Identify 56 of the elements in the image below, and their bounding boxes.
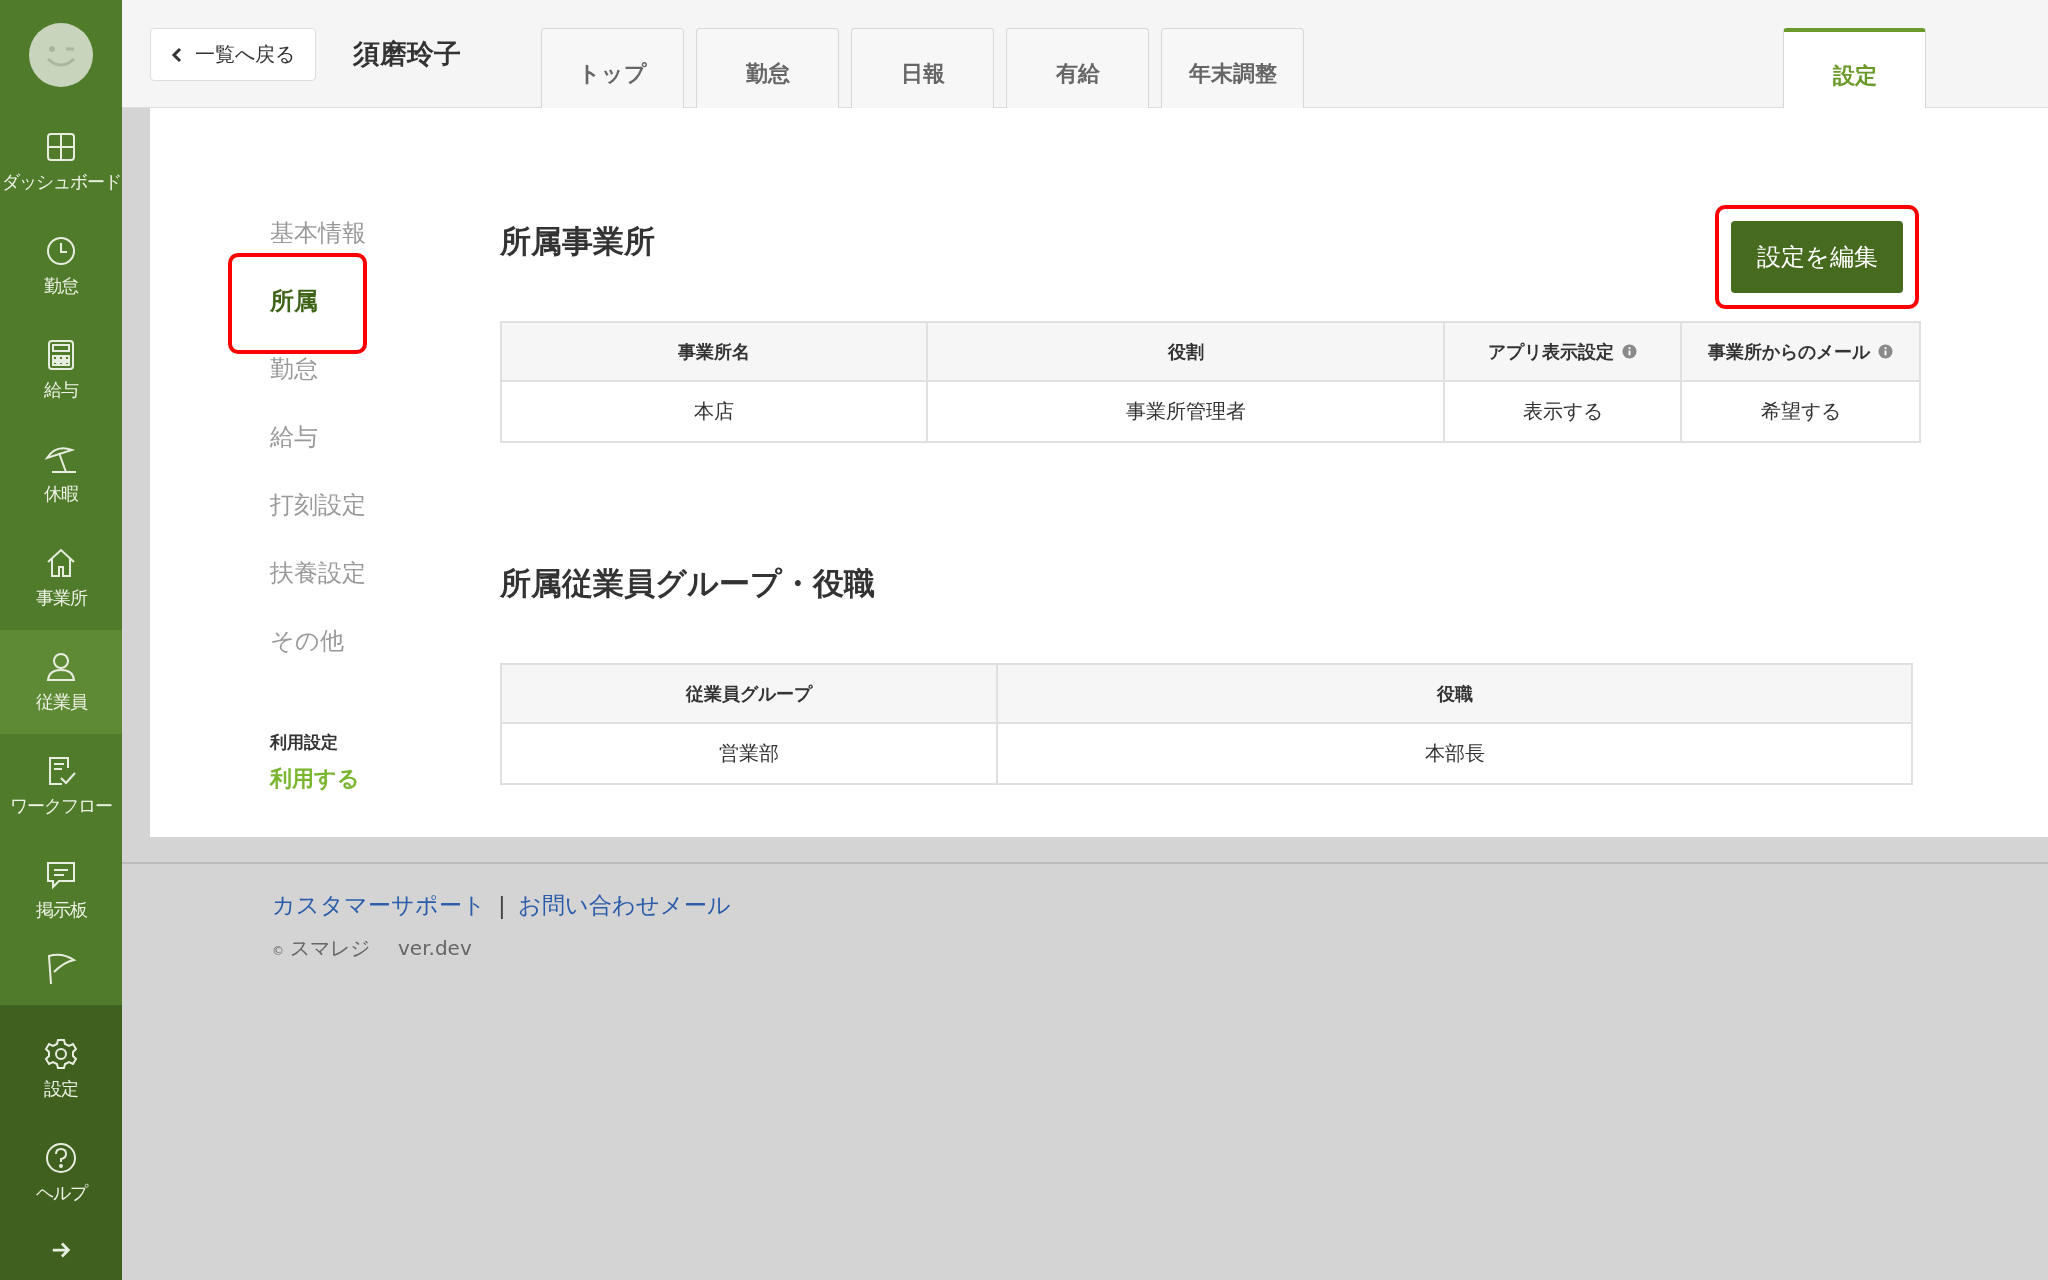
clock-icon xyxy=(44,234,78,268)
usage-label: 利用設定 xyxy=(270,731,339,754)
back-button[interactable]: 一覧へ戻る xyxy=(150,28,316,81)
table-cell: 表示する xyxy=(1522,399,1603,423)
sidebar-item[interactable]: 休暇 xyxy=(0,422,122,526)
column-header: 事業所からのメール xyxy=(1708,339,1870,364)
sidebar-item[interactable]: 設定 xyxy=(0,1017,122,1121)
separator: | xyxy=(498,892,506,919)
section-link[interactable]: 扶養設定 xyxy=(270,549,366,585)
sidebar-item[interactable]: 掲示板 xyxy=(0,838,122,942)
table-cell: 事業所管理者 xyxy=(1125,399,1246,423)
column-header: アプリ表示設定 xyxy=(1488,339,1614,364)
dashboard-icon xyxy=(44,130,78,164)
version-text: ver.dev xyxy=(398,936,472,960)
section-link[interactable]: 勤怠 xyxy=(270,345,318,381)
sidebar-item[interactable]: 給与 xyxy=(0,318,122,422)
table-cell: 本部長 xyxy=(1424,741,1485,765)
sidebar-item[interactable]: 従業員 xyxy=(0,630,122,734)
section-link[interactable]: 打刻設定 xyxy=(270,481,366,517)
table-cell: 営業部 xyxy=(719,741,779,765)
tab[interactable]: 有給 xyxy=(1006,28,1149,108)
tab[interactable]: 勤怠 xyxy=(696,28,839,108)
sidebar-item[interactable]: ワークフロー xyxy=(0,734,122,838)
sidebar-item[interactable]: ヘルプ xyxy=(0,1121,122,1225)
sidebar-item[interactable]: 勤怠 xyxy=(0,214,122,318)
tab[interactable]: 設定 xyxy=(1783,28,1926,108)
section-link[interactable]: 所属 xyxy=(270,277,318,313)
column-header: 役職 xyxy=(1436,681,1473,706)
help-icon xyxy=(44,1141,78,1175)
section-title: 所属事業所 xyxy=(500,222,655,261)
edit-button[interactable]: 設定を編集 xyxy=(1731,221,1903,293)
section-link[interactable]: その他 xyxy=(270,617,344,653)
info-icon[interactable] xyxy=(1878,344,1893,359)
info-icon[interactable] xyxy=(1622,344,1637,359)
section-link[interactable]: 給与 xyxy=(270,413,318,449)
person-icon xyxy=(44,650,78,684)
chevron-left-icon xyxy=(171,46,183,63)
contact-link[interactable]: お問い合わせメール xyxy=(517,890,731,921)
table-cell: 本店 xyxy=(694,399,734,423)
sidebar-item[interactable]: 事業所 xyxy=(0,526,122,630)
table-cell: 希望する xyxy=(1760,399,1841,423)
copyright-mark: © xyxy=(272,944,284,958)
column-header: 従業員グループ xyxy=(686,681,812,706)
support-link[interactable]: カスタマーサポート xyxy=(272,890,486,921)
column-header: 役割 xyxy=(1167,339,1204,364)
sidebar-item[interactable]: ダッシュボード xyxy=(0,110,122,214)
usage-value: 利用する xyxy=(270,765,361,793)
tab[interactable]: トップ xyxy=(541,28,684,108)
employee-name: 須磨玲子 xyxy=(353,37,461,71)
tab[interactable]: 日報 xyxy=(851,28,994,108)
section-title: 所属従業員グループ・役職 xyxy=(500,564,875,603)
section-link[interactable]: 基本情報 xyxy=(270,209,366,245)
settings-icon xyxy=(44,1037,78,1071)
tab[interactable]: 年末調整 xyxy=(1161,28,1304,108)
column-header: 事業所名 xyxy=(678,339,750,364)
company-name: スマレジ xyxy=(290,935,370,962)
